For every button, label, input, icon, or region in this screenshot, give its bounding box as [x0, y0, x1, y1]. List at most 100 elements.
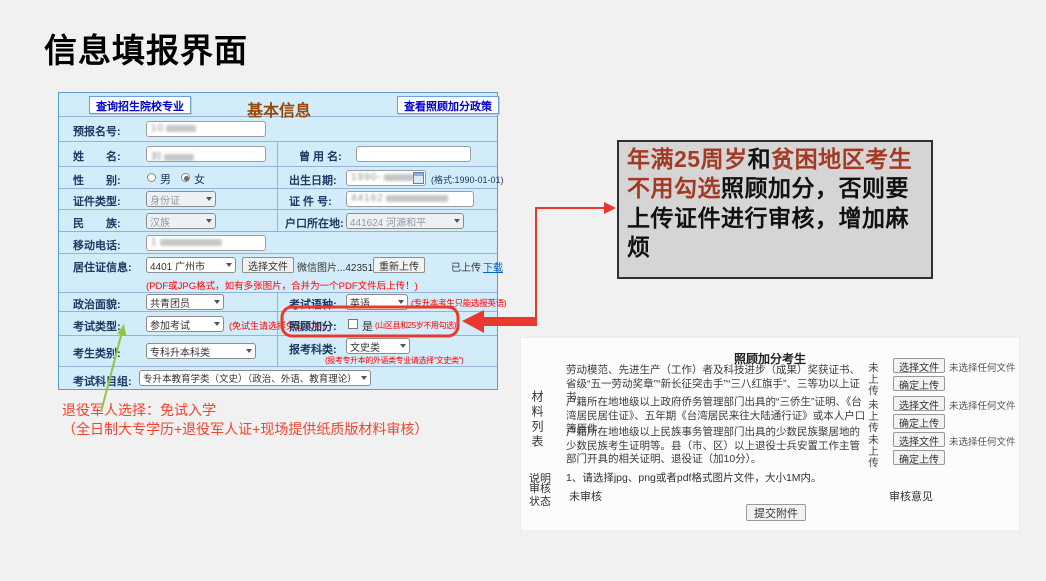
exam-type-label: 考试类型: — [73, 318, 121, 334]
lang-label: 考试语种: — [289, 296, 337, 312]
callout-highlight: 年满25周岁 — [627, 146, 748, 172]
form-row-examgroup: 考试科目组: 专升本教育学类（文史）（政治、外语、教育理论） — [59, 367, 497, 390]
veteran-note-line2: （全日制大专学历+退役军人证+现场提供纸质版材料审核） — [62, 420, 428, 439]
name-label: 姓 名: — [73, 148, 121, 164]
chevron-down-icon — [454, 219, 460, 223]
category-select[interactable]: 专科升本科类 — [146, 343, 256, 359]
former-name-input[interactable] — [356, 146, 471, 162]
exam-type-select[interactable]: 参加考试 — [146, 316, 224, 332]
chevron-down-icon — [246, 349, 252, 353]
callout-highlight: 贫困地区 — [771, 146, 865, 172]
form-header-row: 查询招生院校专业 基本信息 查看照顾加分政策 — [59, 93, 497, 117]
material-item: 户籍所在地地级以上民族事务管理部门出具的少数民族聚居地的少数民族考生证明等。县（… — [566, 426, 868, 467]
lang-note: (专升本考生只能选报英语) — [411, 297, 506, 309]
calendar-icon[interactable] — [413, 172, 424, 184]
no-file-text: 未选择任何文件 — [949, 363, 1016, 374]
no-file-text: 未选择任何文件 — [949, 401, 1016, 412]
view-policy-button[interactable]: 查看照顾加分政策 — [397, 96, 499, 114]
exam-group-label: 考试科目组: — [73, 373, 132, 389]
confirm-upload-button[interactable]: 确定上传 — [893, 450, 945, 465]
permit-reupload-button[interactable]: 重新上传 — [373, 257, 425, 273]
chevron-down-icon — [398, 300, 404, 304]
bonus-callout-box: 年满25周岁和贫困地区考生不用勾选照顾加分，否则要上传证件进行审核，增加麻烦 — [617, 140, 933, 279]
form-row-political-lang: 政治面貌: 共青团员 考试语种: 英语 (专升本考生只能选报英语) — [59, 293, 497, 312]
residence-select[interactable]: 441624 河源和平 — [346, 213, 464, 229]
callout-arrowhead — [604, 202, 616, 214]
form-row-idtype-idno: 证件类型: 身份证 证 件 号: 44162 — [59, 189, 497, 210]
permit-uploaded-status: 已上传 — [451, 259, 481, 274]
permit-city-select[interactable]: 4401 广州市 — [146, 257, 236, 273]
gender-label: 性 别: — [73, 172, 121, 188]
upload-status: 未上传 — [866, 434, 881, 469]
subject-note: (报考专升本的外语类专业请选择“文史类”) — [325, 355, 463, 366]
page-title: 信息填报界面 — [44, 24, 248, 72]
exam-group-select[interactable]: 专升本教育学类（文史）（政治、外语、教育理论） — [139, 370, 371, 386]
id-type-label: 证件类型: — [73, 193, 121, 209]
prereg-input[interactable]: 10 — [146, 121, 266, 137]
callout-text: 照顾加分， — [721, 175, 839, 201]
form-row-permit: 居住证信息: 4401 广州市 选择文件 微信图片...42351.jpg 重新… — [59, 254, 497, 293]
gender-male-label: 男 — [160, 171, 171, 187]
chevron-down-icon — [400, 344, 406, 348]
upload-group-2-confirm: 确定上传 — [893, 414, 945, 432]
chevron-down-icon — [206, 197, 212, 201]
veteran-note: 退役军人选择：免试入学 （全日制大专学历+退役军人证+现场提供纸质版材料审核） — [62, 401, 428, 439]
bonus-checkbox[interactable] — [348, 319, 358, 329]
id-type-select[interactable]: 身份证 — [146, 191, 216, 207]
mobile-input[interactable]: 1 — [146, 235, 266, 251]
id-no-label: 证 件 号: — [289, 193, 332, 209]
upload-status: 未上传 — [866, 399, 881, 434]
choose-file-button[interactable]: 选择文件 — [893, 358, 945, 373]
basic-info-form: 查询招生院校专业 基本信息 查看照顾加分政策 预报名号: 10 姓 名: 刘 曾… — [58, 92, 498, 390]
veteran-note-line1: 退役军人选择：免试入学 — [62, 401, 428, 420]
note-text: 1、请选择jpg、png或者pdf格式图片文件，大小1M内。 — [566, 470, 822, 485]
confirm-upload-button[interactable]: 确定上传 — [893, 376, 945, 391]
chevron-down-icon — [214, 300, 220, 304]
callout-connector-line — [536, 208, 606, 321]
permit-label: 居住证信息: — [73, 259, 132, 275]
gender-female-radio[interactable] — [181, 173, 190, 182]
chevron-down-icon — [206, 219, 212, 223]
bonus-checkbox-label: 是 — [362, 318, 373, 334]
gender-male-radio[interactable] — [147, 173, 156, 182]
residence-label: 户口所在地: — [285, 215, 344, 231]
choose-file-button[interactable]: 选择文件 — [893, 432, 945, 447]
upload-group-3: 选择文件未选择任何文件 — [893, 432, 1016, 450]
subject-select[interactable]: 文史类 — [346, 338, 410, 354]
mobile-label: 移动电话: — [73, 237, 121, 253]
permit-choose-file-button[interactable]: 选择文件 — [242, 257, 294, 273]
birth-label: 出生日期: — [289, 172, 337, 188]
no-file-text: 未选择任何文件 — [949, 437, 1016, 448]
upload-group-1-confirm: 确定上传 — [893, 376, 945, 394]
form-row-prereg: 预报名号: 10 — [59, 117, 497, 142]
permit-download-link[interactable]: 下载 — [483, 259, 503, 274]
choose-file-button[interactable]: 选择文件 — [893, 396, 945, 411]
permit-note: (PDF或JPG格式，如有多张图片，合并为一个PDF文件后上传！) — [146, 278, 418, 292]
form-row-category-subject: 考生类别: 专科升本科类 报考科类: 文史类 (报考专升本的外语类专业请选择“文… — [59, 336, 497, 367]
lang-select[interactable]: 英语 — [346, 294, 408, 310]
review-status-value: 未审核 — [569, 488, 602, 504]
upload-status: 未上传 — [866, 362, 881, 397]
id-no-input[interactable]: 44162 — [346, 191, 474, 207]
political-label: 政治面貌: — [73, 296, 121, 312]
bonus-materials-panel: 照顾加分考生 材料列表 劳动模范、先进生产（工作）者及科技进步（成果）奖获证书、… — [520, 337, 1020, 531]
review-status-label: 审核状态 — [529, 483, 555, 509]
gender-female-label: 女 — [194, 171, 205, 187]
birth-format-note: (格式:1990-01-01) — [431, 173, 504, 186]
material-list-label: 材料列表 — [529, 390, 546, 450]
ethnic-select[interactable]: 汉族 — [146, 213, 216, 229]
query-colleges-button[interactable]: 查询招生院校专业 — [89, 96, 191, 114]
bonus-note: (山区县和25岁不用勾选) — [375, 320, 456, 331]
screen: { "colors": { "page_bg": "#f1f1f1", "for… — [0, 0, 1046, 581]
chevron-down-icon — [361, 376, 367, 380]
upload-group-2: 选择文件未选择任何文件 — [893, 396, 1016, 414]
political-select[interactable]: 共青团员 — [146, 294, 224, 310]
review-opinion-label: 审核意见 — [889, 488, 933, 504]
confirm-upload-button[interactable]: 确定上传 — [893, 414, 945, 429]
form-row-ethnic-residence: 民 族: 汉族 户口所在地: 441624 河源和平 — [59, 210, 497, 232]
bonus-label: 照顾加分: — [289, 318, 337, 334]
callout-text: 和 — [748, 146, 772, 172]
name-input[interactable]: 刘 — [146, 146, 266, 162]
submit-attachments-button[interactable]: 提交附件 — [746, 504, 806, 521]
upload-group-3-confirm: 确定上传 — [893, 450, 945, 468]
